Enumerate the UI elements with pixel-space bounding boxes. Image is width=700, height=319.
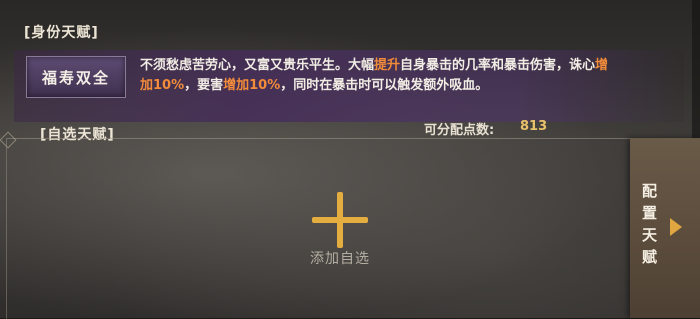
talent-description: 不须愁虑苦劳心，又富又贵乐平生。大幅提升自身暴击的几率和暴击伤害，诛心增加10%… [140,56,610,96]
desc-highlight-1: 提升 [374,58,401,73]
desc-text-3: ，要害 [184,78,224,93]
desc-highlight-3: 增加10% [223,78,281,93]
add-custom-talent-label: 添加自选 [310,251,370,267]
plus-icon-vertical [337,192,343,248]
points-label: 可分配点数: [424,123,495,138]
arrow-right-icon [670,218,682,236]
points-value: 813 [520,119,548,134]
desc-text-2: 自身暴击的几率和暴击伤害，诛心 [400,58,596,73]
desc-text-1: 不须愁虑苦劳心，又富又贵乐平生。大幅 [140,58,375,73]
configure-talent-label: 配置天赋 [642,182,658,266]
desc-text-4: ，同时在暴击时可以触发额外吸血。 [280,78,489,93]
identity-talent-heading: [身份天赋] [24,25,99,41]
configure-talent-button[interactable]: 配置天赋 [630,138,700,318]
identity-talent-button[interactable]: 福寿双全 [26,56,126,98]
